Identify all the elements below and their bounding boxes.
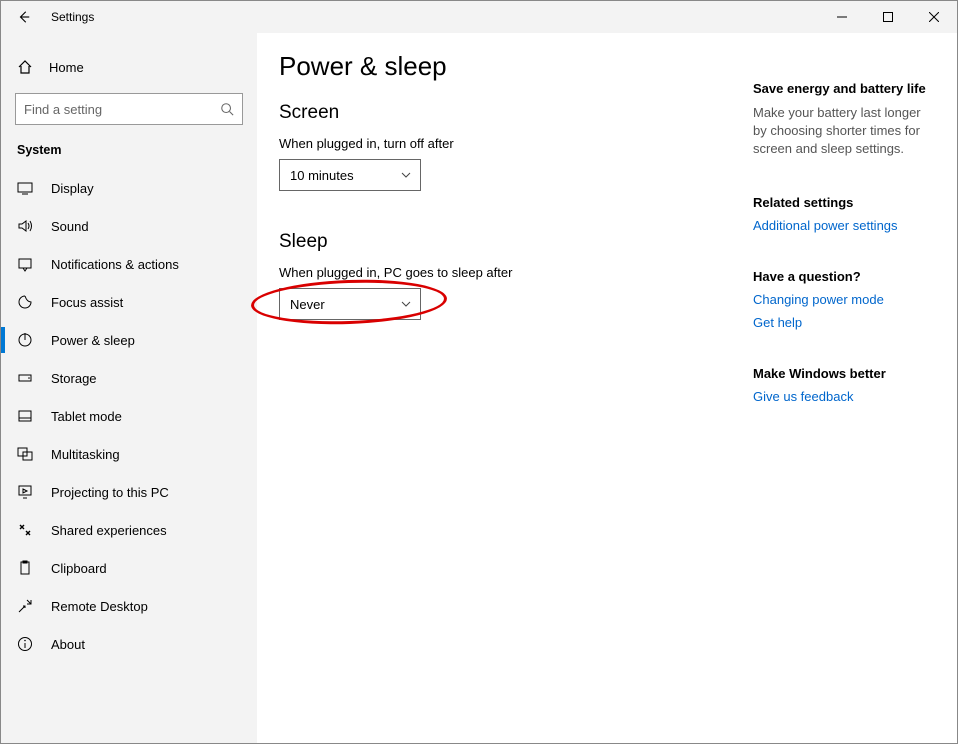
sleep-label: When plugged in, PC goes to sleep after bbox=[279, 265, 729, 280]
search-field[interactable] bbox=[24, 102, 220, 117]
minimize-icon bbox=[837, 12, 847, 22]
sidebar-item-label: Multitasking bbox=[51, 447, 120, 462]
multitasking-icon bbox=[17, 446, 33, 462]
sleep-dropdown[interactable]: Never bbox=[279, 288, 421, 320]
shared-icon bbox=[17, 522, 33, 538]
sidebar: Home System Display Sound bbox=[1, 33, 257, 743]
sidebar-item-label: About bbox=[51, 637, 85, 652]
remote-icon bbox=[17, 598, 33, 614]
sidebar-item-label: Clipboard bbox=[51, 561, 107, 576]
sidebar-item-label: Notifications & actions bbox=[51, 257, 179, 272]
sidebar-item-label: Shared experiences bbox=[51, 523, 167, 538]
sidebar-item-clipboard[interactable]: Clipboard bbox=[1, 549, 257, 587]
sidebar-item-notifications[interactable]: Notifications & actions bbox=[1, 245, 257, 283]
sidebar-item-tablet-mode[interactable]: Tablet mode bbox=[1, 397, 257, 435]
tablet-icon bbox=[17, 408, 33, 424]
sound-icon bbox=[17, 218, 33, 234]
aside-feedback-heading: Make Windows better bbox=[753, 366, 937, 381]
sidebar-item-focus-assist[interactable]: Focus assist bbox=[1, 283, 257, 321]
section-screen-heading: Screen bbox=[279, 102, 729, 124]
storage-icon bbox=[17, 370, 33, 386]
arrow-left-icon bbox=[17, 10, 31, 24]
dropdown-value: 10 minutes bbox=[290, 168, 354, 183]
close-icon bbox=[929, 12, 939, 22]
search-icon bbox=[220, 102, 234, 116]
back-button[interactable] bbox=[1, 1, 47, 33]
sidebar-item-label: Storage bbox=[51, 371, 97, 386]
dropdown-value: Never bbox=[290, 297, 325, 312]
chevron-down-icon bbox=[400, 169, 412, 181]
sidebar-home-label: Home bbox=[49, 60, 84, 75]
maximize-icon bbox=[883, 12, 893, 22]
link-give-feedback[interactable]: Give us feedback bbox=[753, 389, 937, 404]
sidebar-item-power-sleep[interactable]: Power & sleep bbox=[1, 321, 257, 359]
sidebar-item-shared[interactable]: Shared experiences bbox=[1, 511, 257, 549]
sidebar-item-about[interactable]: About bbox=[1, 625, 257, 663]
notifications-icon bbox=[17, 256, 33, 272]
clipboard-icon bbox=[17, 560, 33, 576]
sidebar-item-label: Sound bbox=[51, 219, 89, 234]
display-icon bbox=[17, 180, 33, 196]
sidebar-nav: Display Sound Notifications & actions Fo… bbox=[1, 169, 257, 663]
sidebar-group-label: System bbox=[1, 135, 257, 169]
aside-panel: Save energy and battery life Make your b… bbox=[729, 51, 937, 743]
sidebar-home[interactable]: Home bbox=[1, 49, 257, 85]
link-get-help[interactable]: Get help bbox=[753, 315, 937, 330]
main-content: Power & sleep Screen When plugged in, tu… bbox=[257, 33, 957, 743]
sidebar-item-remote[interactable]: Remote Desktop bbox=[1, 587, 257, 625]
focus-assist-icon bbox=[17, 294, 33, 310]
power-icon bbox=[17, 332, 33, 348]
screen-turnoff-dropdown[interactable]: 10 minutes bbox=[279, 159, 421, 191]
minimize-button[interactable] bbox=[819, 1, 865, 33]
aside-question-heading: Have a question? bbox=[753, 269, 937, 284]
sidebar-item-storage[interactable]: Storage bbox=[1, 359, 257, 397]
sidebar-item-projecting[interactable]: Projecting to this PC bbox=[1, 473, 257, 511]
screen-turnoff-label: When plugged in, turn off after bbox=[279, 136, 729, 151]
window-title: Settings bbox=[47, 10, 94, 24]
aside-related-heading: Related settings bbox=[753, 195, 937, 210]
maximize-button[interactable] bbox=[865, 1, 911, 33]
sidebar-item-label: Tablet mode bbox=[51, 409, 122, 424]
page-title: Power & sleep bbox=[279, 51, 729, 82]
sidebar-item-sound[interactable]: Sound bbox=[1, 207, 257, 245]
settings-window: Settings Home Syst bbox=[0, 0, 958, 744]
titlebar: Settings bbox=[1, 1, 957, 33]
sidebar-item-label: Power & sleep bbox=[51, 333, 135, 348]
close-button[interactable] bbox=[911, 1, 957, 33]
link-additional-power[interactable]: Additional power settings bbox=[753, 218, 937, 233]
sidebar-item-label: Remote Desktop bbox=[51, 599, 148, 614]
chevron-down-icon bbox=[400, 298, 412, 310]
aside-energy-heading: Save energy and battery life bbox=[753, 81, 937, 96]
sidebar-item-multitasking[interactable]: Multitasking bbox=[1, 435, 257, 473]
sidebar-item-label: Focus assist bbox=[51, 295, 123, 310]
section-sleep-heading: Sleep bbox=[279, 231, 729, 253]
link-changing-power-mode[interactable]: Changing power mode bbox=[753, 292, 937, 307]
sidebar-item-display[interactable]: Display bbox=[1, 169, 257, 207]
projecting-icon bbox=[17, 484, 33, 500]
sidebar-item-label: Projecting to this PC bbox=[51, 485, 169, 500]
about-icon bbox=[17, 636, 33, 652]
home-icon bbox=[17, 59, 33, 75]
search-input[interactable] bbox=[15, 93, 243, 125]
sidebar-item-label: Display bbox=[51, 181, 94, 196]
aside-energy-text: Make your battery last longer by choosin… bbox=[753, 104, 937, 159]
